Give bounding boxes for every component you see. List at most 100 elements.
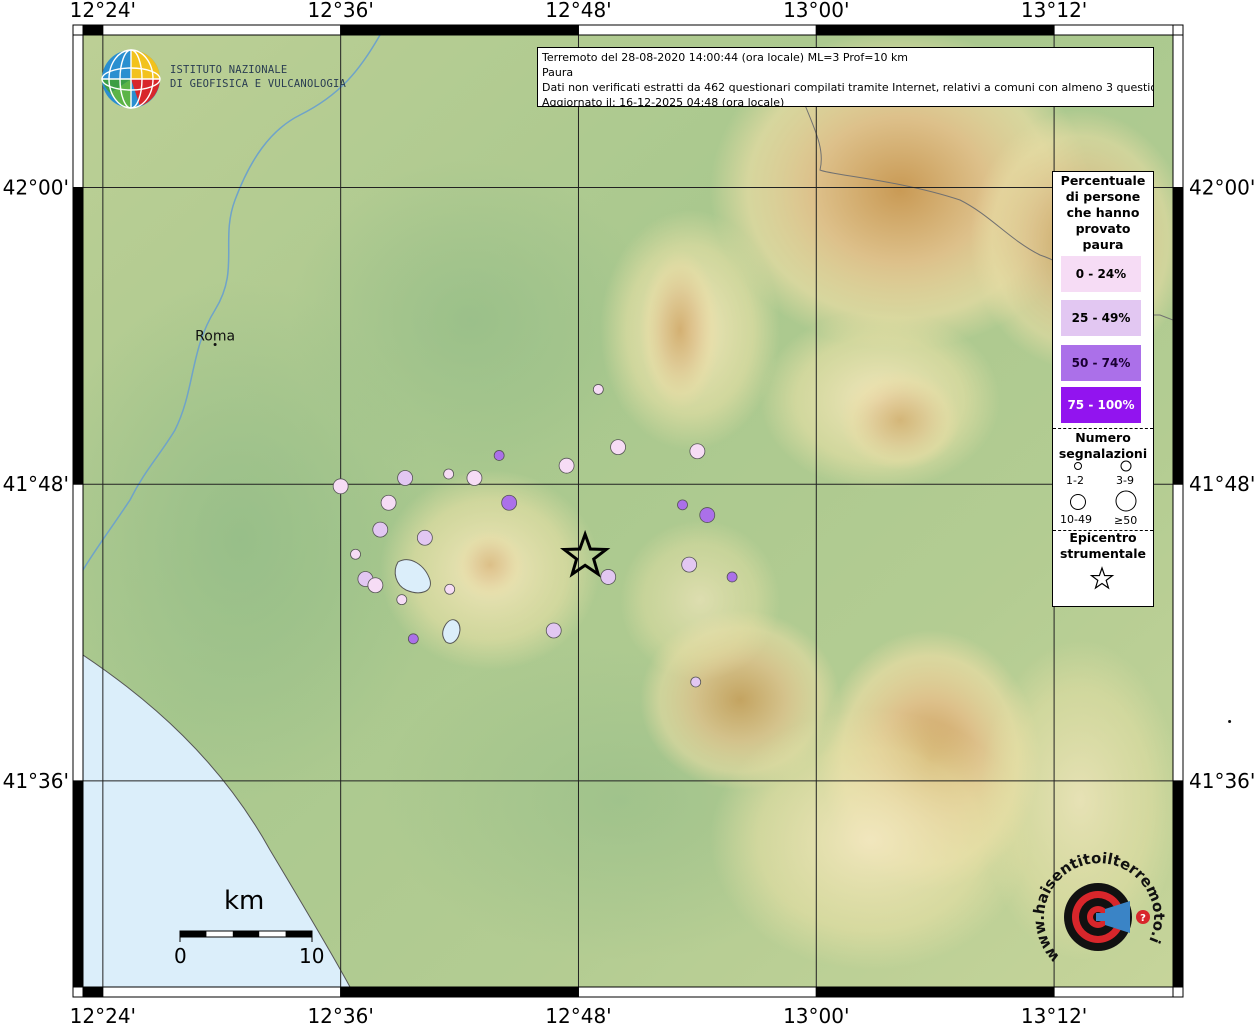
frame-band — [577, 986, 817, 998]
observation-point — [610, 439, 626, 456]
observation-point — [380, 494, 397, 511]
lon-tick-label-top: 12°48' — [545, 0, 611, 22]
observation-point — [677, 499, 688, 511]
lon-tick-label-top: 13°00' — [783, 0, 849, 22]
legend-class-3: 75 - 100% — [1061, 387, 1141, 423]
lat-tick-label-right: 42°00' — [1189, 176, 1255, 200]
frame-band — [1053, 986, 1174, 998]
frame-band — [577, 24, 817, 36]
frame-band — [82, 24, 104, 36]
update-date: Aggiornato il: 16-12-2025 04:48 (ora loc… — [542, 96, 785, 107]
scale-bar-graphic — [179, 930, 313, 942]
legend-title: Percentuale di persone che hanno provato… — [1053, 173, 1153, 253]
observation-point — [501, 494, 518, 511]
frame-band — [72, 34, 84, 189]
lon-tick-label-bottom: 12°48' — [545, 1004, 611, 1024]
count-label-10-49: 10-49 — [1060, 513, 1092, 526]
data-note: Dati non verificati estratti da 462 ques… — [542, 81, 1154, 94]
scale-unit: km — [224, 886, 265, 916]
observation-point — [689, 443, 706, 460]
lat-tick-label-right: 41°36' — [1189, 769, 1255, 793]
observation-point — [367, 577, 384, 594]
observation-point — [493, 450, 505, 461]
legend-title-line: che hanno — [1066, 205, 1140, 220]
scale-max-label: 10 — [299, 944, 325, 968]
earthquake-info-box: Terremoto del 28-08-2020 14:00:44 (ora l… — [537, 47, 1154, 107]
logo-line2: DI GEOFISICA E VULCANOLOGIA — [170, 78, 347, 90]
svg-text:?: ? — [1140, 913, 1146, 924]
epicenter-title-line: Epicentro — [1069, 530, 1137, 545]
legend-divider — [1053, 428, 1153, 429]
epicenter-title: Epicentro strumentale — [1053, 530, 1153, 562]
lon-tick-label-bottom: 13°00' — [783, 1004, 849, 1024]
count-label-3-9: 3-9 — [1116, 474, 1134, 487]
lon-tick-label-bottom: 12°36' — [307, 1004, 373, 1024]
ingv-globe-icon — [101, 49, 161, 109]
scale-min-label: 0 — [174, 944, 187, 968]
lon-tick-label-bottom: 13°12' — [1021, 1004, 1087, 1024]
logo-line1: ISTITUTO NAZIONALE — [170, 64, 288, 76]
lat-tick-label-left: 42°00' — [3, 176, 69, 200]
count-label-1-2: 1-2 — [1066, 474, 1084, 487]
lon-tick-label-top: 12°24' — [70, 0, 136, 22]
observation-point — [699, 507, 716, 523]
scale-bar: km 0 10 — [160, 886, 340, 976]
count-title-line: Numero — [1075, 430, 1131, 445]
count-label-50plus: ≥50 — [1114, 514, 1138, 527]
legend-class-2: 50 - 74% — [1061, 345, 1141, 381]
observation-point — [558, 457, 575, 474]
frame-band — [72, 483, 84, 782]
observation-point — [396, 594, 408, 606]
terrain — [83, 35, 1173, 987]
observation-point — [443, 468, 455, 480]
place-marker — [1228, 719, 1232, 723]
observation-point — [545, 622, 562, 639]
ingv-logo: ISTITUTO NAZIONALE DI GEOFISICA E VULCAN… — [100, 48, 346, 110]
observation-point — [592, 384, 604, 395]
haisentito-logo-graphic: ? www.haisentitoilterremoto.it — [1026, 831, 1168, 966]
observation-point — [397, 470, 414, 486]
lon-tick-label-top: 12°36' — [307, 0, 373, 22]
lon-tick-label-top: 13°12' — [1021, 0, 1087, 22]
legend-title-line: provato — [1075, 221, 1131, 236]
observation-point — [444, 583, 456, 595]
observation-point — [690, 676, 702, 688]
observation-point — [726, 571, 738, 583]
epicenter-title-line: strumentale — [1059, 546, 1147, 561]
observation-point — [466, 470, 483, 486]
lat-tick-label-right: 41°48' — [1189, 472, 1255, 496]
frame-band — [340, 986, 579, 998]
observation-point — [350, 548, 361, 560]
observation-point — [407, 633, 419, 645]
epicenter-star-icon — [1089, 566, 1115, 590]
frame-band — [1172, 780, 1184, 988]
event-description: Terremoto del 28-08-2020 14:00:44 (ora l… — [542, 51, 909, 64]
place-label: Frosinone — [1197, 705, 1255, 721]
legend-title-line: Percentuale — [1060, 173, 1146, 188]
frame-band — [340, 24, 579, 36]
frame-band — [815, 24, 1055, 36]
frame-band — [1172, 34, 1184, 189]
observation-point — [332, 478, 349, 495]
observation-point — [416, 529, 433, 546]
lat-tick-label-left: 41°48' — [3, 472, 69, 496]
haisentito-logo: ? www.haisentitoilterremoto.it — [1026, 831, 1168, 980]
map-parameter: Paura — [542, 66, 574, 79]
place-label: Roma — [195, 328, 235, 344]
frame-band — [72, 187, 84, 485]
lon-tick-label-bottom: 12°24' — [70, 1004, 136, 1024]
legend-class-1: 25 - 49% — [1061, 300, 1141, 336]
legend-title-line: di persone — [1065, 189, 1141, 204]
observation-point — [600, 569, 617, 585]
frame-band — [1172, 483, 1184, 782]
frame-band — [102, 24, 342, 36]
legend-title-line: paura — [1082, 237, 1124, 252]
lat-tick-label-left: 41°36' — [3, 769, 69, 793]
observation-point — [681, 556, 698, 573]
frame-band — [102, 986, 342, 998]
legend: Percentuale di persone che hanno provato… — [1052, 171, 1154, 607]
frame-band — [72, 780, 84, 988]
frame-band — [1053, 24, 1174, 36]
frame-band — [82, 986, 104, 998]
observation-point — [372, 521, 389, 538]
